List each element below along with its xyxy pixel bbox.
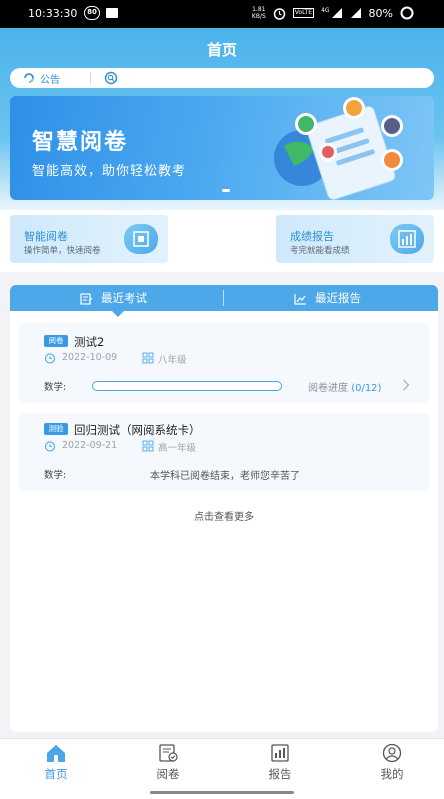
recent-panel: 最近考试 最近报告 阅卷 测试2 2022-10-09 八年级 数学: 阅卷进度… [10, 285, 438, 732]
nav-label: 首页 [44, 767, 68, 781]
banner-title: 智慧阅卷 [32, 130, 129, 155]
grid-icon [142, 440, 154, 452]
nav-item-profile[interactable]: 我的 [362, 743, 422, 782]
exam-tag: 阅卷 [44, 335, 68, 347]
paper-review-icon [159, 744, 178, 762]
promo-banner[interactable]: 智慧阅卷 智能高效，助你轻松教考 [10, 96, 434, 200]
banner-subtitle: 智能高效，助你轻松教考 [32, 164, 187, 179]
notice-label[interactable]: 公告 [40, 71, 60, 86]
carousel-indicator[interactable] [222, 189, 230, 192]
network-speed: 1.81 KB/S [252, 6, 266, 20]
exam-title: 测试2 [74, 335, 105, 349]
notification-badge-icon: 80 [84, 6, 100, 20]
active-tab-pointer [111, 310, 125, 317]
smart-marking-subtitle: 操作简单，快速阅卷 [24, 246, 101, 256]
grid-icon [142, 352, 154, 364]
clock: 10:33:30 [28, 7, 78, 20]
report-icon [271, 744, 289, 762]
nav-item-report[interactable]: 报告 [250, 743, 310, 782]
notice-search-bar[interactable]: 公告 [10, 68, 434, 88]
notice-icon[interactable] [22, 71, 36, 85]
exam-title: 回归测试（网阅系统卡） [74, 423, 201, 437]
marking-finished-text: 本学科已阅卷结束，老师您辛苦了 [150, 471, 300, 482]
home-indicator [150, 791, 294, 794]
bar-chart-icon [390, 224, 424, 254]
score-report-subtitle: 考完就能看成绩 [290, 246, 350, 256]
tab-recent-exams[interactable]: 最近考试 [80, 285, 147, 311]
marking-progress-label: 阅卷进度 (0/12) [308, 379, 381, 394]
view-more-link[interactable]: 点击查看更多 [10, 508, 438, 523]
battery-level: 80% [368, 6, 393, 20]
smart-marking-title: 智能阅卷 [24, 230, 68, 243]
tab-separator [223, 290, 224, 306]
exam-subject: 数学: [44, 382, 67, 393]
exam-date: 2022-10-09 [62, 352, 118, 363]
nav-label: 阅卷 [156, 767, 180, 781]
divider [90, 72, 91, 84]
bottom-nav: 首页 阅卷 报告 我的 [0, 738, 444, 799]
exam-tag: 测验 [44, 423, 68, 435]
quick-actions: 智能阅卷 操作简单，快速阅卷 成绩报告 考完就能看成绩 [0, 210, 444, 272]
score-report-card[interactable]: 成绩报告 考完就能看成绩 [276, 215, 434, 263]
tab-bar: 最近考试 最近报告 [10, 285, 438, 317]
network-speed-value: 1.81 [252, 6, 266, 13]
nav-item-marking[interactable]: 阅卷 [138, 743, 198, 782]
exam-list-icon [80, 292, 93, 305]
signal-icon [331, 8, 342, 18]
marking-progress-value: (0/12) [351, 383, 382, 394]
alarm-clock-icon [44, 353, 56, 364]
banner-illustration-icon [274, 97, 403, 200]
page-title: 首页 [206, 41, 237, 59]
home-icon [47, 745, 65, 762]
tab-recent-reports-label: 最近报告 [315, 291, 361, 305]
image-notification-icon [106, 8, 118, 18]
exam-card[interactable]: 阅卷 测试2 2022-10-09 八年级 数学: 阅卷进度 (0/12) [18, 323, 430, 403]
profile-icon [382, 743, 402, 763]
exam-grade: 八年级 [158, 355, 187, 366]
signal-icon-2 [350, 8, 361, 18]
network-speed-unit: KB/S [251, 13, 266, 20]
search-icon[interactable] [104, 71, 118, 85]
exam-subject: 数学: [44, 470, 67, 481]
scan-icon [124, 224, 158, 254]
marking-progress-bar [92, 381, 282, 391]
smart-marking-card[interactable]: 智能阅卷 操作简单，快速阅卷 [10, 215, 168, 263]
marking-progress-text: 阅卷进度 [308, 383, 348, 394]
status-bar: 10:33:30 80 1.81 KB/S VoLTE 4G 80% [0, 0, 444, 28]
signal-4g-label: 4G [321, 6, 330, 14]
battery-icon [400, 6, 414, 20]
exam-card[interactable]: 测验 回归测试（网阅系统卡） 2022-09-21 高一年级 数学: 本学科已阅… [18, 413, 430, 491]
tab-recent-reports[interactable]: 最近报告 [294, 285, 361, 311]
tab-recent-exams-label: 最近考试 [101, 291, 147, 305]
nav-label: 报告 [268, 767, 292, 781]
volte-icon: VoLTE [292, 8, 315, 18]
alarm-icon [273, 7, 286, 20]
exam-grade: 高一年级 [158, 443, 197, 454]
nav-label: 我的 [380, 767, 404, 781]
alarm-clock-icon [44, 441, 56, 452]
exam-date: 2022-09-21 [62, 440, 118, 451]
chevron-right-icon[interactable] [402, 379, 410, 391]
line-chart-icon [294, 293, 306, 305]
nav-item-home[interactable]: 首页 [26, 743, 86, 782]
score-report-title: 成绩报告 [290, 230, 334, 243]
